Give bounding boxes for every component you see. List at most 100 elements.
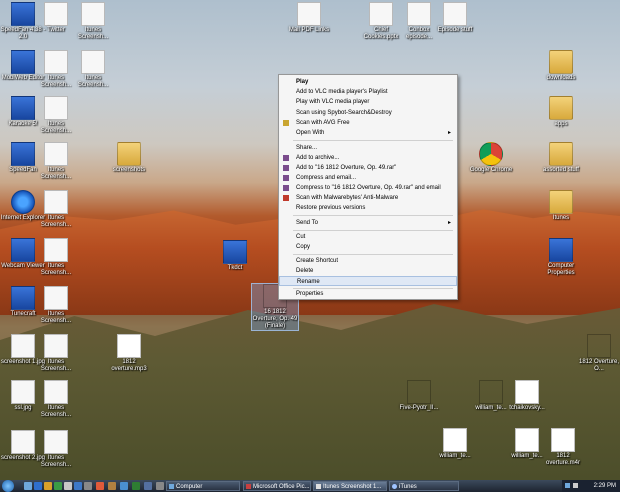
- vlc-cone-icon: [407, 380, 431, 404]
- menu-item-rename[interactable]: Rename: [279, 276, 457, 286]
- desktop-icon-itunes-screenshot[interactable]: Itunes Screensh...: [33, 430, 79, 469]
- menu-item-add-to-vlc-playlist[interactable]: Add to VLC media player's Playlist: [279, 87, 457, 97]
- desktop-icon-itunes-screenshot[interactable]: Itunes Screensh...: [33, 190, 79, 229]
- mp3-file-icon: [551, 428, 575, 452]
- taskbar-button-itunes-screenshot[interactable]: Itunes Screenshot 1...: [313, 481, 387, 491]
- desktop-icon-tchaikovsky[interactable]: tchaikovsky...: [504, 380, 550, 412]
- icon-label: Itunes Screensh...: [40, 215, 72, 228]
- desktop-icon-itunes-screenshot[interactable]: Itunes Screensh...: [33, 238, 79, 277]
- icon-label: tchaikovsky...: [509, 405, 545, 411]
- image-file-icon: [44, 96, 68, 120]
- menu-item-create-shortcut[interactable]: Create Shortcut: [279, 256, 457, 266]
- desktop-icon-1812-overture-mp3[interactable]: 1812 overture.mp3: [106, 334, 152, 373]
- taskbar-button-itunes[interactable]: iTunes: [389, 481, 459, 491]
- app-icon: [11, 96, 35, 120]
- desktop-icon-1812-overture-vlc[interactable]: 1812 Overture, O...: [576, 334, 620, 373]
- image-file-icon: [44, 190, 68, 214]
- taskbar-button-office-picture[interactable]: Microsoft Office Pic...: [243, 481, 311, 491]
- menu-item-label: Scan with AVG Free: [296, 120, 350, 126]
- menu-item-play[interactable]: Play: [279, 77, 457, 87]
- desktop-icon-downloads-folder[interactable]: downloads: [538, 50, 584, 82]
- desktop-icon-computer-properties[interactable]: Computer Properties: [538, 238, 584, 277]
- image-file-icon: [44, 286, 68, 310]
- document-file-icon: [443, 2, 467, 26]
- quicklaunch-app-icon[interactable]: [120, 482, 128, 490]
- desktop-icon-1812-overture-m4r[interactable]: 1812 overture.m4r: [540, 428, 586, 467]
- menu-item-open-with[interactable]: Open With ▸: [279, 128, 457, 138]
- desktop-icon-itunes-screenshot[interactable]: Itunes Screensh...: [33, 142, 79, 181]
- menu-item-properties[interactable]: Properties: [279, 289, 457, 299]
- quicklaunch-app-icon[interactable]: [132, 482, 140, 490]
- malwarebytes-icon: [283, 195, 289, 201]
- submenu-arrow-icon: ▸: [447, 130, 451, 136]
- desktop-icon-assorted-stuff-folder[interactable]: assorted stuff: [538, 142, 584, 174]
- quicklaunch-app-icon[interactable]: [74, 482, 82, 490]
- app-icon: [44, 2, 68, 26]
- vlc-cone-icon: [479, 380, 503, 404]
- menu-item-share[interactable]: Share...: [279, 143, 457, 153]
- menu-item-cut[interactable]: Cut: [279, 232, 457, 242]
- winrar-icon: [283, 175, 289, 181]
- menu-item-label: Copy: [296, 244, 311, 250]
- menu-item-compress-to-rar-and-email[interactable]: Compress to "16 1812 Overture, Op. 49.ra…: [279, 183, 457, 193]
- desktop-icon-itunes-folder[interactable]: Itunes: [538, 190, 584, 222]
- menu-item-scan-spybot[interactable]: Scan using Spybot-Search&Destroy: [279, 108, 457, 118]
- internet-explorer-icon[interactable]: [34, 482, 42, 490]
- menu-separator: [293, 254, 453, 255]
- network-icon[interactable]: [565, 483, 570, 488]
- menu-item-scan-malwarebytes[interactable]: Scan with Malwarebytes' Anti-Malware: [279, 193, 457, 203]
- menu-item-compress-and-email[interactable]: Compress and email...: [279, 173, 457, 183]
- menu-item-send-to[interactable]: Send To ▸: [279, 218, 457, 228]
- desktop-icon-itunes-screenshot[interactable]: Itunes Screensh...: [33, 286, 79, 325]
- taskbar-button-computer[interactable]: Computer: [166, 481, 240, 491]
- quicklaunch-app-icon[interactable]: [108, 482, 116, 490]
- winrar-icon: [283, 155, 289, 161]
- desktop-icon-itunes-screenshot[interactable]: Itunes Screensh...: [33, 96, 79, 135]
- desktop-icon-mail-pdf-links[interactable]: Mail PDF Links: [286, 2, 332, 34]
- menu-item-scan-avg[interactable]: Scan with AVG Free: [279, 118, 457, 128]
- quicklaunch-app-icon[interactable]: [144, 482, 152, 490]
- desktop-icon-itunes-screenshot[interactable]: Itunes Screensh...: [70, 2, 116, 41]
- desktop-icon-episode-stuff[interactable]: Episode stuff: [432, 2, 478, 34]
- quicklaunch-app-icon[interactable]: [156, 482, 164, 490]
- desktop-icon-william-tell-1[interactable]: william_te...: [432, 428, 478, 460]
- icon-label: Itunes Screensh...: [77, 27, 109, 40]
- task-label: iTunes: [399, 484, 417, 490]
- show-desktop-icon[interactable]: [24, 482, 32, 490]
- start-button[interactable]: [2, 480, 14, 492]
- menu-item-add-to-archive[interactable]: Add to archive...: [279, 153, 457, 163]
- menu-item-copy[interactable]: Copy: [279, 242, 457, 252]
- document-file-icon: [407, 2, 431, 26]
- computer-icon: [549, 238, 573, 262]
- folder-icon: [549, 50, 573, 74]
- desktop-icon-tkdct[interactable]: Tkdct: [212, 240, 258, 272]
- menu-item-play-with-vlc[interactable]: Play with VLC media player: [279, 97, 457, 107]
- desktop-icon-five-pyotr[interactable]: Five-Pyotr_II...: [396, 380, 442, 412]
- quicklaunch-app-icon[interactable]: [84, 482, 92, 490]
- image-file-icon: [11, 380, 35, 404]
- menu-item-delete[interactable]: Delete: [279, 266, 457, 276]
- desktop-icon-itunes-screenshot[interactable]: Itunes Screensh...: [33, 334, 79, 373]
- clock[interactable]: 2:29 PM: [594, 480, 616, 492]
- volume-icon[interactable]: [573, 483, 578, 488]
- menu-separator: [293, 215, 453, 216]
- folder-icon[interactable]: [44, 482, 52, 490]
- task-label: Itunes Screenshot 1...: [323, 484, 382, 490]
- folder-icon: [549, 142, 573, 166]
- quicklaunch-app-icon[interactable]: [54, 482, 62, 490]
- desktop-icon-apps-folder[interactable]: apps: [538, 96, 584, 128]
- menu-item-restore-previous-versions[interactable]: Restore previous versions: [279, 203, 457, 213]
- desktop-icon-google-chrome[interactable]: Google Chrome: [468, 142, 514, 174]
- taskbar: Computer Microsoft Office Pic... Itunes …: [0, 480, 620, 492]
- desktop-icon-itunes-screenshot[interactable]: Itunes Screensh...: [33, 380, 79, 419]
- image-file-icon: [44, 334, 68, 358]
- desktop-icon-screenshots-folder[interactable]: screenshots: [106, 142, 152, 174]
- menu-item-add-to-rar[interactable]: Add to "16 1812 Overture, Op. 49.rar": [279, 163, 457, 173]
- quicklaunch-app-icon[interactable]: [96, 482, 104, 490]
- menu-item-label: Scan using Spybot-Search&Destroy: [296, 110, 392, 116]
- mp3-file-icon: [117, 334, 141, 358]
- chrome-icon: [479, 142, 503, 166]
- icon-label: Tkdct: [227, 265, 243, 271]
- desktop-icon-itunes-screenshot[interactable]: Itunes Screensh...: [70, 50, 116, 89]
- quicklaunch-app-icon[interactable]: [64, 482, 72, 490]
